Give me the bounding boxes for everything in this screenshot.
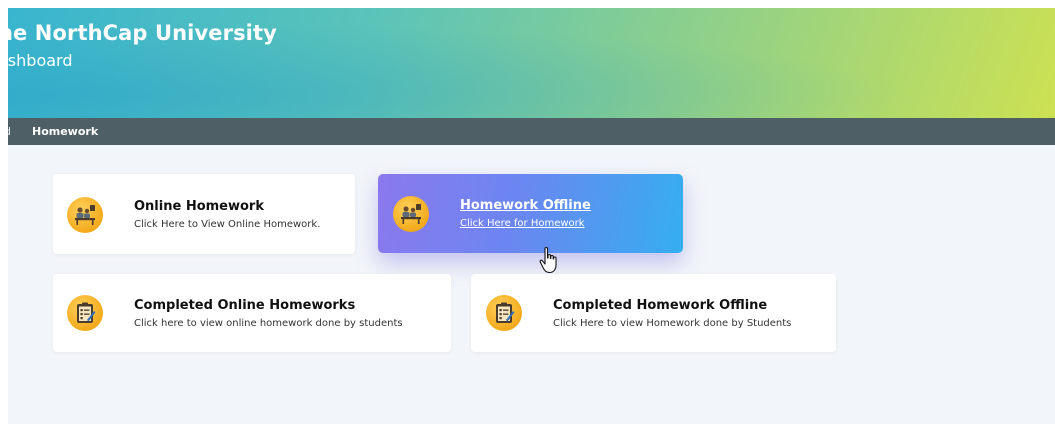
clipboard-checklist-icon [486, 295, 522, 331]
online-homework-title: Online Homework [134, 199, 264, 214]
completed-homework-offline-card[interactable]: Completed Homework Offline Click Here to… [471, 274, 836, 352]
header-banner: he NorthCap University ashboard [8, 8, 1055, 118]
students-desk-icon [67, 197, 103, 233]
online-homework-card[interactable]: Online Homework Click Here to View Onlin… [53, 174, 355, 254]
completed-homework-offline-description: Click Here to view Homework done by Stud… [553, 318, 792, 329]
homework-offline-title[interactable]: Homework Offline [460, 198, 591, 213]
clipboard-checklist-icon [67, 295, 103, 331]
completed-online-homeworks-card[interactable]: Completed Online Homeworks Click here to… [53, 274, 451, 352]
completed-online-homeworks-title: Completed Online Homeworks [134, 298, 356, 313]
completed-online-homeworks-description: Click here to view online homework done … [134, 318, 403, 329]
homework-offline-card[interactable]: Homework Offline Click Here for Homework [378, 174, 683, 253]
breadcrumb-dashboard-link[interactable]: d [8, 125, 11, 138]
homework-offline-link[interactable]: Click Here for Homework [460, 218, 585, 229]
students-desk-icon [393, 196, 429, 232]
page-frame: he NorthCap University ashboard d Homewo… [8, 8, 1055, 424]
university-title: he NorthCap University [8, 21, 277, 45]
hand-pointer-icon [539, 246, 557, 274]
breadcrumb: d Homework [8, 118, 1055, 145]
online-homework-description: Click Here to View Online Homework. [134, 219, 321, 230]
completed-homework-offline-title: Completed Homework Offline [553, 298, 768, 313]
breadcrumb-homework: Homework [32, 125, 99, 138]
dashboard-title: ashboard [8, 51, 73, 70]
